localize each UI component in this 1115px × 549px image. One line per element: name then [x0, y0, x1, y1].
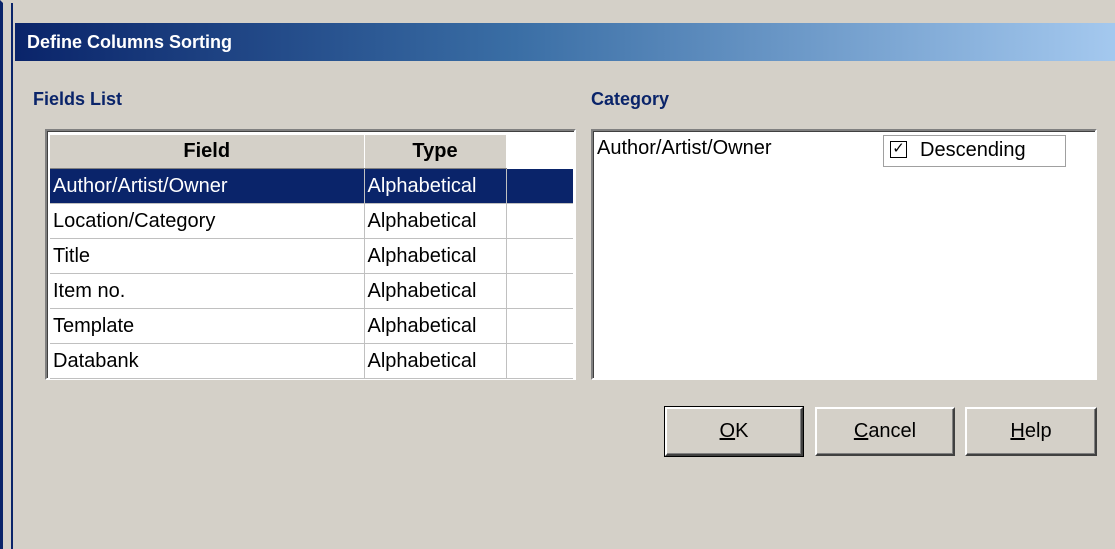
column-header-type[interactable]: Type [364, 134, 507, 169]
dialog-window: Define Columns Sorting Fields List Field… [0, 0, 1115, 549]
cancel-mnemonic: C [853, 420, 869, 442]
type-cell[interactable]: Alphabetical [364, 273, 507, 309]
descending-label: Descending [920, 139, 1026, 161]
ok-button[interactable]: OK [664, 406, 804, 457]
fields-list-heading: Fields List [33, 89, 123, 109]
help-label-rest: elp [1024, 420, 1052, 442]
window-border [11, 3, 13, 549]
table-row[interactable]: Template Alphabetical [50, 308, 573, 344]
type-cell[interactable]: Alphabetical [364, 168, 507, 204]
table-row[interactable]: Title Alphabetical [50, 238, 573, 274]
type-cell[interactable]: Alphabetical [364, 203, 507, 239]
category-list[interactable]: Author/Artist/Owner ✓ Descending [591, 129, 1097, 380]
field-cell[interactable]: Template [50, 308, 365, 344]
type-cell[interactable]: Alphabetical [364, 308, 507, 344]
cancel-button[interactable]: Cancel [815, 407, 955, 456]
table-row[interactable]: Author/Artist/Owner Alphabetical [50, 168, 573, 204]
fields-list-grid[interactable]: Field Type Author/Artist/Owner Alphabeti… [45, 129, 576, 380]
ok-label-rest: K [735, 420, 749, 442]
table-row[interactable]: Databank Alphabetical [50, 343, 573, 379]
table-row[interactable]: Item no. Alphabetical [50, 273, 573, 309]
type-cell[interactable]: Alphabetical [364, 343, 507, 379]
field-cell[interactable]: Location/Category [50, 203, 365, 239]
field-cell[interactable]: Title [50, 238, 365, 274]
field-cell[interactable]: Databank [50, 343, 365, 379]
window-title: Define Columns Sorting [27, 32, 233, 52]
field-cell[interactable]: Author/Artist/Owner [50, 168, 365, 204]
category-item-name[interactable]: Author/Artist/Owner [597, 137, 772, 160]
table-row[interactable]: Location/Category Alphabetical [50, 203, 573, 239]
column-header-field[interactable]: Field [50, 134, 365, 169]
ok-mnemonic: O [719, 420, 736, 442]
category-heading: Category [591, 89, 670, 109]
descending-checkbox[interactable]: ✓ [890, 141, 907, 158]
title-bar[interactable]: Define Columns Sorting [15, 23, 1115, 61]
field-cell[interactable]: Item no. [50, 273, 365, 309]
help-mnemonic: H [1010, 420, 1025, 442]
type-cell[interactable]: Alphabetical [364, 238, 507, 274]
help-button[interactable]: Help [965, 407, 1097, 456]
cancel-label-rest: ancel [868, 420, 917, 442]
descending-control[interactable]: ✓ Descending [883, 135, 1066, 167]
